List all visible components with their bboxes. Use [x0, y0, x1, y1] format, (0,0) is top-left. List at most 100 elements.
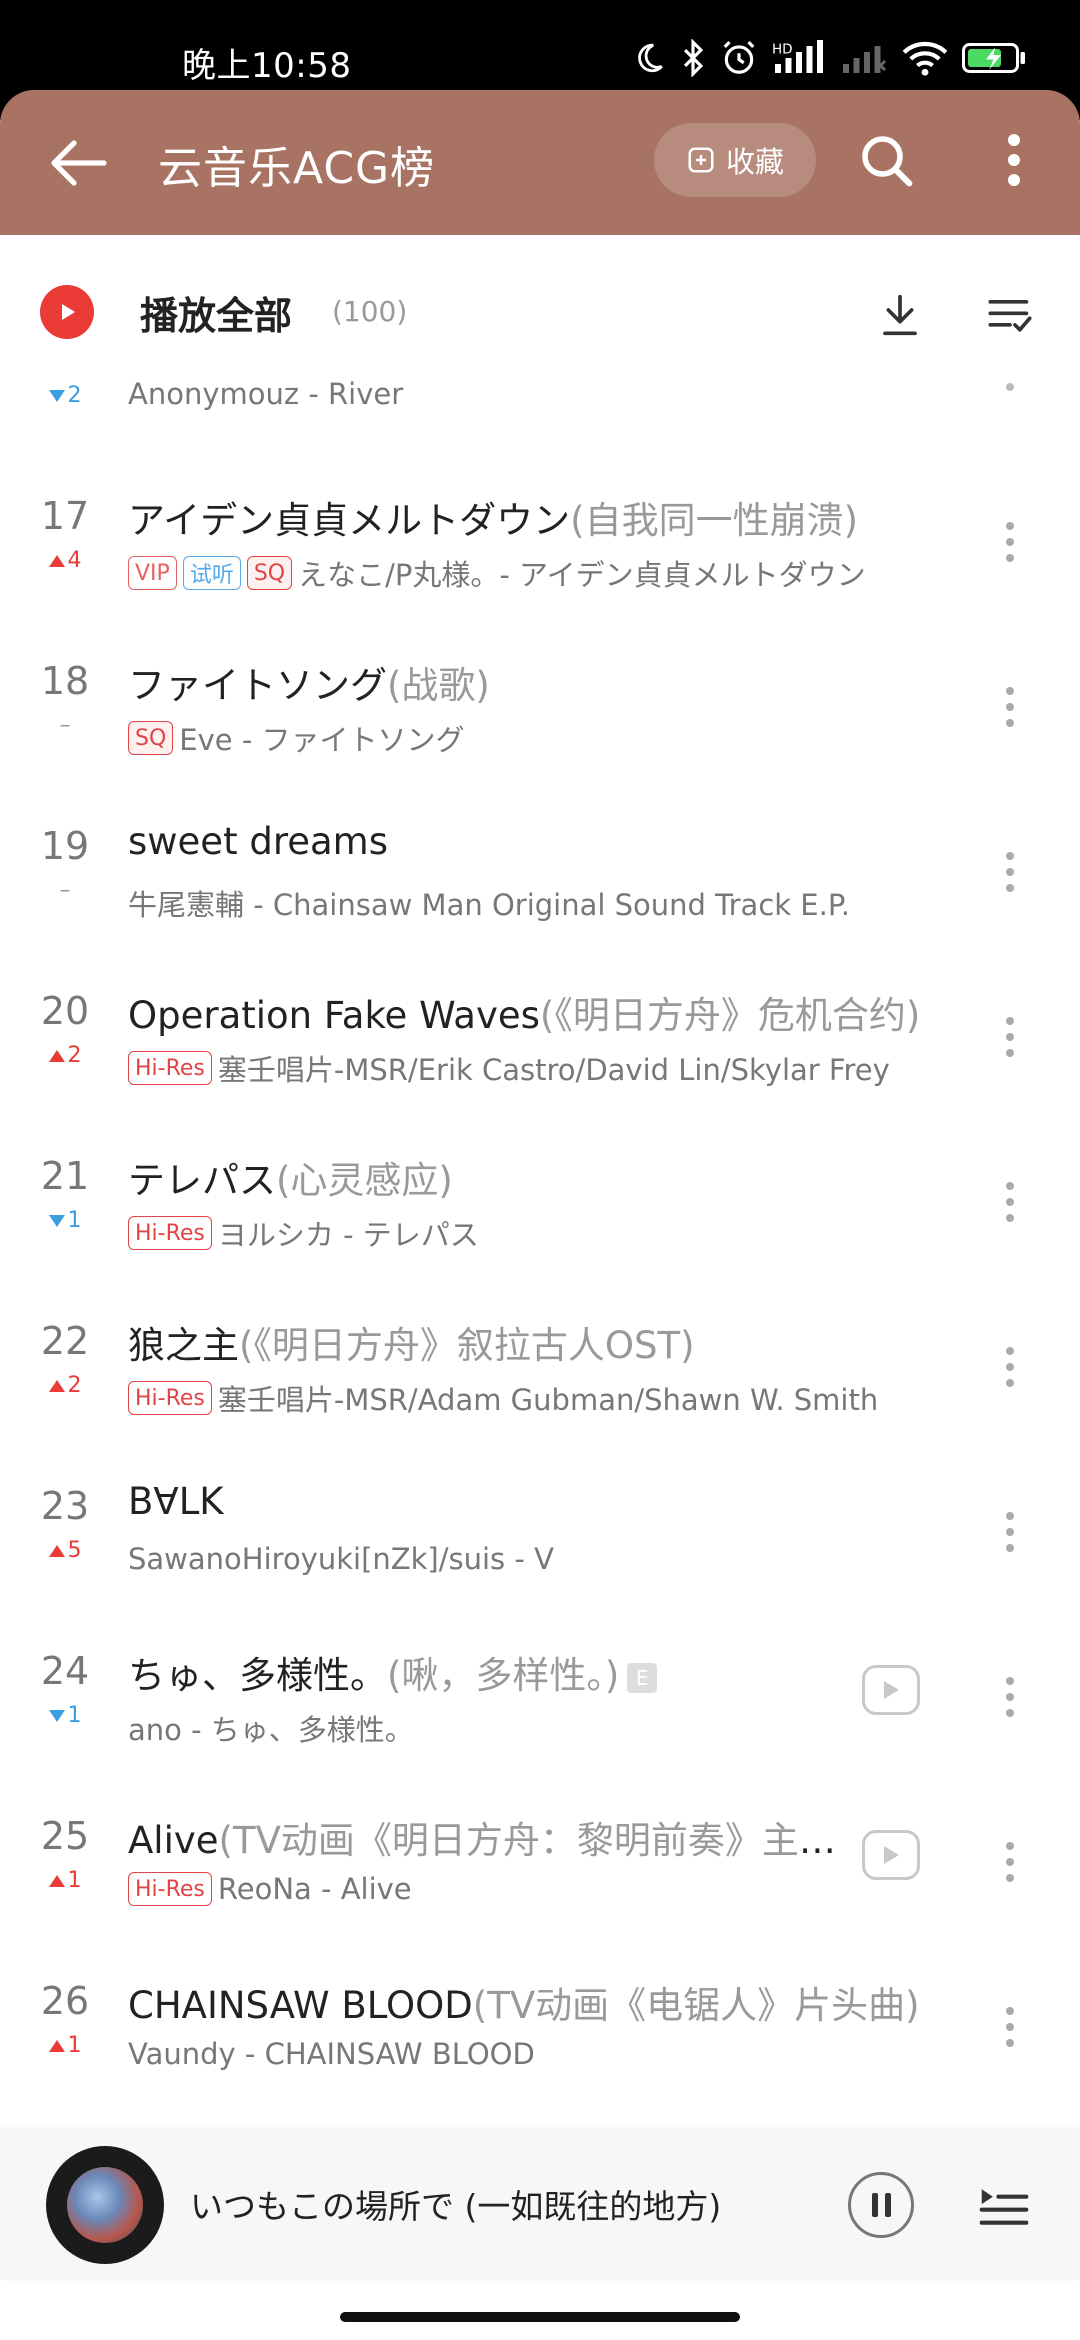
- song-title-text: Operation Fake Waves: [128, 994, 540, 1037]
- up-arrow-icon: [48, 1379, 65, 1392]
- home-indicator[interactable]: [340, 2312, 740, 2322]
- rank-change-value: 1: [67, 1868, 82, 1893]
- more-vertical-icon: [1008, 134, 1020, 186]
- pause-button[interactable]: [848, 2172, 914, 2238]
- album-art[interactable]: [46, 2146, 164, 2264]
- back-button[interactable]: [40, 125, 116, 201]
- song-rank: 25: [40, 1814, 90, 1858]
- hi-res-tag: Hi-Res: [128, 1872, 212, 1906]
- download-icon: [883, 294, 917, 336]
- pause-icon-bar: [871, 2193, 878, 2217]
- song-artist-album: えなこ/P丸様。- アイデン貞貞メルトダウン: [298, 558, 866, 592]
- song-subtitle: (自我同一性崩溃): [570, 499, 859, 542]
- download-button[interactable]: [872, 287, 928, 343]
- song-more-button[interactable]: [990, 1337, 1030, 1397]
- song-subtitle: (《明日方舟》叙拉古人OST): [239, 1324, 695, 1367]
- song-rank: 26: [40, 1979, 90, 2023]
- pause-icon-bar: [884, 2193, 891, 2217]
- bluetooth-icon: [680, 38, 706, 78]
- song-more-button[interactable]: [990, 1667, 1030, 1727]
- song-more-button[interactable]: [990, 1832, 1030, 1892]
- search-button[interactable]: [846, 120, 926, 200]
- play-all-label[interactable]: 播放全部: [140, 285, 292, 340]
- song-subtitle: (战歌): [387, 664, 490, 707]
- play-video-icon: [884, 1681, 899, 1699]
- signal-icon: [840, 38, 888, 78]
- song-row[interactable]: 24 1 ちゅ、多様性。(啾，多样性。) E ano - ちゅ、多様性。: [0, 1627, 1080, 1792]
- song-title-text: sweet dreams: [128, 820, 388, 863]
- song-artist-album: Vaundy - CHAINSAW BLOOD: [128, 2037, 535, 2071]
- down-arrow-icon: [48, 389, 65, 402]
- song-rank: 24: [40, 1649, 90, 1693]
- song-artist-album: SawanoHiroyuki[nZk]/suis - V: [128, 1542, 554, 1576]
- song-title: テレパス(心灵感应): [128, 1150, 948, 1204]
- song-more-button[interactable]: [990, 1007, 1030, 1067]
- rank-change: –: [24, 713, 106, 738]
- song-more-button[interactable]: [990, 677, 1030, 737]
- song-more-button[interactable]: [990, 842, 1030, 902]
- search-icon: [862, 136, 913, 187]
- now-playing-title[interactable]: いつもこの場所で (一如既往的地方): [190, 2180, 800, 2228]
- song-rank: 20: [40, 989, 90, 1033]
- song-row[interactable]: 19 – sweet dreams 牛尾憲輔 - Chainsaw Man Or…: [0, 802, 1080, 967]
- song-row[interactable]: 21 1 テレパス(心灵感应) Hi-Res ヨルシカ - テレパス: [0, 1132, 1080, 1297]
- song-row[interactable]: 18 – ファイトソング(战歌) SQ Eve - ファイトソング: [0, 637, 1080, 802]
- song-row[interactable]: 22 2 狼之主(《明日方舟》叙拉古人OST) Hi-Res 塞壬唱片-MSR/…: [0, 1297, 1080, 1462]
- song-rank: 17: [40, 494, 90, 538]
- song-meta: VIP 试听 SQ えなこ/P丸様。- アイデン貞貞メルトダウン: [128, 552, 948, 594]
- song-meta: Hi-Res ヨルシカ - テレパス: [128, 1212, 948, 1254]
- more-options-button[interactable]: [984, 120, 1044, 200]
- song-meta: Hi-Res ReoNa - Alive: [128, 1872, 948, 1906]
- wifi-icon: [902, 38, 948, 78]
- down-arrow-icon: [48, 1214, 65, 1227]
- up-arrow-icon: [48, 554, 65, 567]
- status-time: 晚上10:58: [182, 46, 352, 86]
- battery-icon: [962, 38, 1028, 78]
- song-row[interactable]: 17 4 アイデン貞貞メルトダウン(自我同一性崩溃) VIP 试听 SQ えなこ…: [0, 472, 1080, 637]
- rank-change-value: 1: [67, 1208, 82, 1233]
- multi-select-icon: [988, 300, 1032, 332]
- collect-button[interactable]: 收藏: [654, 123, 816, 197]
- sq-tag: SQ: [128, 721, 174, 755]
- explicit-badge: E: [627, 1662, 658, 1693]
- play-all-button[interactable]: [40, 285, 94, 339]
- rank-change: 2: [40, 383, 90, 408]
- hd-signal-icon: HD: [772, 38, 826, 78]
- song-meta: 牛尾憲輔 - Chainsaw Man Original Sound Track…: [128, 882, 948, 924]
- song-title: ファイトソング(战歌): [128, 655, 948, 709]
- rank-change-value: 2: [67, 1043, 82, 1068]
- song-row[interactable]: 20 2 Operation Fake Waves(《明日方舟》危机合约) Hi…: [0, 967, 1080, 1132]
- hi-res-tag: Hi-Res: [128, 1381, 212, 1415]
- song-title-text: CHAINSAW BLOOD: [128, 1984, 473, 2027]
- song-more-button[interactable]: [990, 1997, 1030, 2057]
- song-title-text: ファイトソング: [128, 664, 387, 707]
- rank-change-value: 4: [67, 548, 82, 573]
- song-row[interactable]: 26 1 CHAINSAW BLOOD(TV动画《电锯人》片头曲) Vaundy…: [0, 1957, 1080, 2122]
- song-more-button[interactable]: [990, 1172, 1030, 1232]
- mv-button[interactable]: [862, 1830, 920, 1880]
- rank-change-value: 2: [67, 1373, 82, 1398]
- collect-label: 收藏: [725, 145, 784, 179]
- sq-tag: SQ: [246, 556, 293, 590]
- mv-button[interactable]: [862, 1665, 920, 1715]
- song-artist-album: ヨルシカ - テレパス: [217, 1218, 479, 1252]
- song-title: sweet dreams: [128, 820, 948, 863]
- add-box-icon: [688, 147, 714, 173]
- song-title: アイデン貞貞メルトダウン(自我同一性崩溃): [128, 490, 948, 544]
- song-title: CHAINSAW BLOOD(TV动画《电锯人》片头曲): [128, 1975, 948, 2029]
- song-rank: 19: [40, 824, 90, 868]
- song-row[interactable]: 23 5 B∀LK SawanoHiroyuki[nZk]/suis - V: [0, 1462, 1080, 1627]
- song-title-text: ちゅ、多様性。: [128, 1654, 387, 1697]
- song-row-partial[interactable]: 2 Anonymouz - River: [0, 365, 1080, 425]
- song-artist-album: 牛尾憲輔 - Chainsaw Man Original Sound Track…: [128, 888, 851, 922]
- up-arrow-icon: [48, 1544, 65, 1557]
- playlist-button[interactable]: [974, 2178, 1034, 2234]
- hi-res-tag: Hi-Res: [128, 1051, 212, 1085]
- rank-change: 1: [24, 2033, 106, 2058]
- song-more-button[interactable]: [990, 512, 1030, 572]
- song-row[interactable]: 25 1 Alive(TV动画《明日方舟：黎明前奏》主题曲) Hi-Res Re…: [0, 1792, 1080, 1957]
- song-title: 狼之主(《明日方舟》叙拉古人OST): [128, 1315, 948, 1369]
- mini-player[interactable]: いつもこの場所で (一如既往的地方): [0, 2130, 1080, 2280]
- song-more-button[interactable]: [990, 1502, 1030, 1562]
- multi-select-button[interactable]: [980, 287, 1040, 343]
